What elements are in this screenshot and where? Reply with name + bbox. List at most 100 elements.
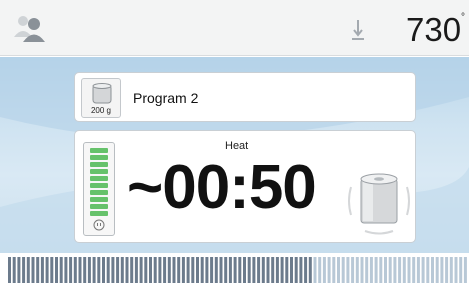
progress-segment-todo (445, 257, 449, 283)
progress-segment-done (214, 257, 218, 283)
progress-segment-todo (341, 257, 345, 283)
progress-segment-done (111, 257, 115, 283)
progress-segment-todo (412, 257, 416, 283)
progress-segment-done (172, 257, 176, 283)
battery-segment (90, 148, 108, 153)
progress-segment-done (181, 257, 185, 283)
progress-segment-todo (346, 257, 350, 283)
progress-segment-done (205, 257, 209, 283)
progress-segment-done (285, 257, 289, 283)
heating-status-card: Heat ~00:50 (74, 130, 416, 243)
progress-segment-done (87, 257, 91, 283)
progress-segment-done (22, 257, 26, 283)
plug-icon (93, 219, 105, 231)
progress-segment-done (224, 257, 228, 283)
progress-segment-done (36, 257, 40, 283)
progress-segment-todo (379, 257, 383, 283)
progress-segment-done (149, 257, 152, 283)
battery-segment (90, 155, 108, 160)
progress-segment-done (186, 257, 190, 283)
progress-segment-done (299, 257, 303, 283)
progress-segment-done (12, 257, 16, 283)
progress-segment-todo (393, 257, 397, 283)
progress-segment-todo (449, 257, 453, 283)
progress-segment-done (247, 257, 251, 283)
progress-segment-done (69, 257, 73, 283)
progress-segment-todo (426, 257, 430, 283)
heating-cylinder-icon (348, 173, 410, 235)
progress-segment-done (219, 257, 223, 283)
progress-segment-todo (463, 257, 467, 283)
progress-segment-done (55, 257, 58, 283)
progress-segment-done (116, 257, 120, 283)
progress-segment-todo (322, 257, 326, 283)
battery-segment (90, 204, 108, 209)
user-group-icon[interactable] (12, 13, 48, 43)
progress-segment-done (290, 257, 293, 283)
temperature-value: 730 (406, 11, 462, 48)
progress-segment-done (261, 257, 265, 283)
progress-segment-done (139, 257, 143, 283)
progress-segment-done (134, 257, 138, 283)
progress-segment-done (191, 257, 195, 283)
progress-segment-done (45, 257, 49, 283)
progress-segment-todo (318, 257, 322, 283)
progress-segment-todo (459, 257, 463, 283)
progress-segment-done (294, 257, 298, 283)
progress-segment-todo (416, 257, 420, 283)
progress-segment-done (177, 257, 181, 283)
progress-segment-done (64, 257, 68, 283)
progress-segment-done (167, 257, 171, 283)
progress-segment-done (78, 257, 82, 283)
battery-segment (90, 176, 108, 181)
progress-segment-done (196, 257, 199, 283)
progress-segment-done (275, 257, 279, 283)
progress-segment-todo (351, 257, 355, 283)
progress-segment-done (304, 257, 308, 283)
temperature-icon (352, 20, 364, 40)
phase-label: Heat (225, 140, 249, 152)
progress-segment-done (73, 257, 77, 283)
progress-segment-done (26, 257, 30, 283)
progress-segment-done (8, 257, 11, 283)
progress-segment-todo (384, 257, 387, 283)
main-panel: 200 g Program 2 Heat ~00:50 (0, 57, 469, 253)
progress-segment-done (50, 257, 54, 283)
progress-segment-done (40, 257, 44, 283)
muffle-weight-icon (92, 83, 112, 104)
battery-segment (90, 190, 108, 195)
progress-segment-done (158, 257, 162, 283)
progress-segment-done (163, 257, 167, 283)
progress-segment-todo (374, 257, 378, 283)
program-progress-bar (0, 254, 469, 284)
progress-segment-done (243, 257, 246, 283)
progress-segment-done (120, 257, 124, 283)
battery-segment (90, 162, 108, 167)
remaining-time: ~00:50 (127, 153, 317, 222)
progress-segment-todo (440, 257, 444, 283)
battery-segment (90, 211, 108, 216)
progress-segment-done (83, 257, 87, 283)
progress-segment-todo (369, 257, 373, 283)
progress-segment-todo (332, 257, 336, 283)
progress-segment-done (228, 257, 232, 283)
progress-segment-todo (421, 257, 425, 283)
progress-segment-done (308, 257, 312, 283)
progress-segment-todo (313, 257, 317, 283)
progress-segment-todo (360, 257, 364, 283)
progress-segment-done (31, 257, 35, 283)
progress-segment-todo (337, 257, 340, 283)
progress-segment-done (106, 257, 110, 283)
progress-segment-done (102, 257, 105, 283)
progress-segment-done (153, 257, 157, 283)
progress-segment-done (97, 257, 101, 283)
program-card[interactable]: 200 g Program 2 (74, 72, 416, 122)
muffle-weight-tile[interactable]: 200 g (81, 78, 121, 118)
progress-segment-done (233, 257, 237, 283)
progress-segment-todo (365, 257, 369, 283)
progress-segment-done (266, 257, 270, 283)
progress-stripes (8, 257, 467, 283)
progress-segment-todo (388, 257, 392, 283)
battery-fill (90, 148, 108, 216)
battery-segment (90, 197, 108, 202)
